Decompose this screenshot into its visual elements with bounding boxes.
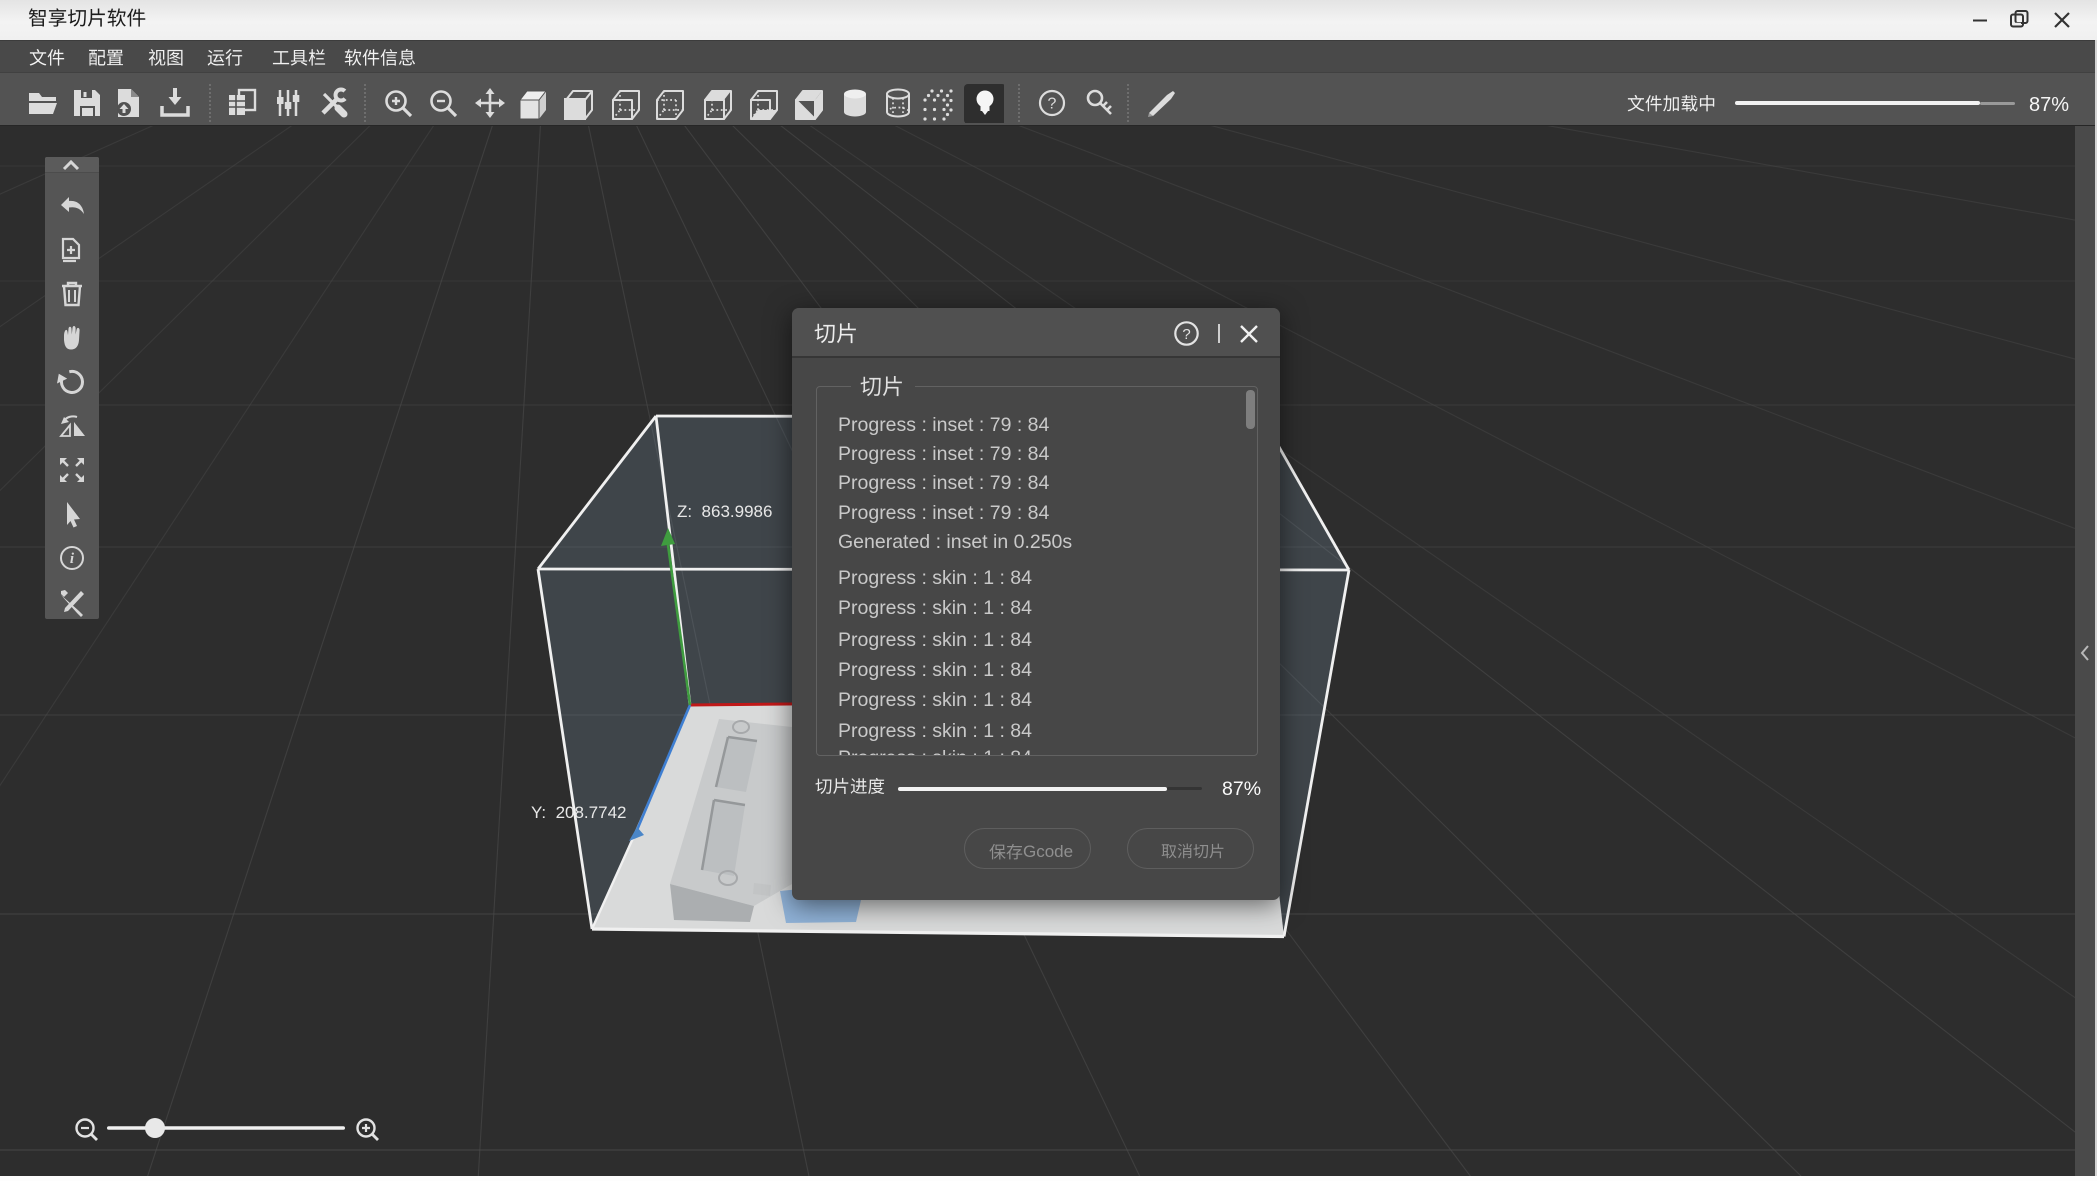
svg-text:?: ? <box>1182 326 1190 343</box>
svg-text:i: i <box>69 551 74 567</box>
svg-text:?: ? <box>1048 96 1057 113</box>
